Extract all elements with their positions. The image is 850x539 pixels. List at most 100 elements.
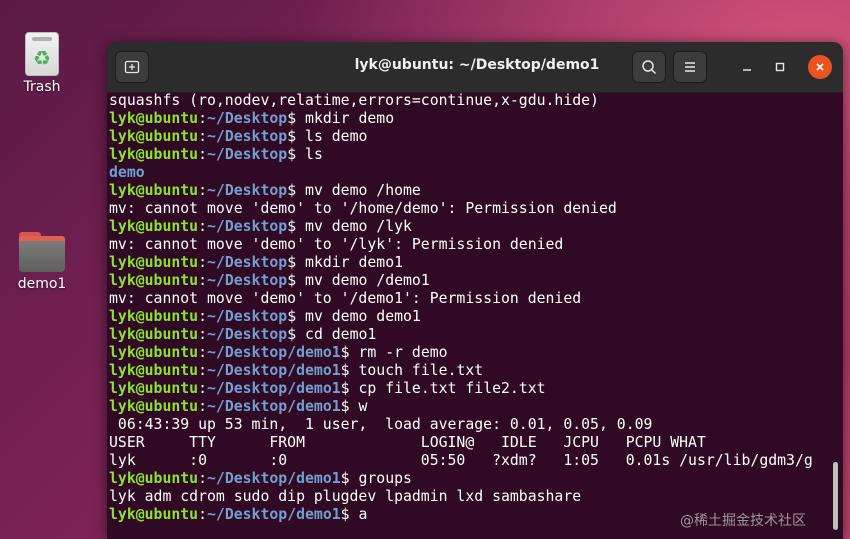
new-tab-icon	[124, 60, 140, 74]
prompt-user: lyk@ubuntu	[109, 344, 199, 361]
terminal-output[interactable]: squashfs (ro,nodev,relatime,errors=conti…	[109, 92, 831, 539]
command-text: mv demo /home	[296, 182, 421, 199]
maximize-button[interactable]	[768, 55, 792, 79]
prompt-line: lyk@ubuntu:~/Desktop/demo1$ touch file.t…	[109, 362, 484, 379]
prompt-line: lyk@ubuntu:~/Desktop$ mv demo /home	[109, 182, 421, 199]
output-line: squashfs (ro,nodev,relatime,errors=conti…	[109, 92, 831, 110]
output-text: mv: cannot move 'demo' to '/lyk': Permis…	[109, 236, 564, 253]
prompt-path: ~/Desktop	[207, 146, 288, 163]
command-text: touch file.txt	[349, 362, 484, 379]
trash-label: Trash	[23, 79, 61, 95]
search-icon	[642, 60, 657, 75]
prompt-user: lyk@ubuntu	[109, 254, 199, 271]
minimize-icon	[743, 69, 751, 71]
command-text: mv demo demo1	[296, 308, 421, 325]
prompt-line: lyk@ubuntu:~/Desktop/demo1$ w	[109, 398, 368, 415]
prompt-path: ~/Desktop/demo1	[207, 344, 341, 361]
prompt-line: lyk@ubuntu:~/Desktop$ mv demo demo1	[109, 308, 421, 325]
terminal-scrollbar[interactable]	[833, 462, 838, 530]
window-title: lyk@ubuntu: ~/Desktop/demo1	[354, 57, 600, 73]
prompt-user: lyk@ubuntu	[109, 470, 199, 487]
close-button[interactable]	[808, 55, 832, 79]
folder-icon	[19, 232, 65, 272]
prompt-path: ~/Desktop	[207, 110, 288, 127]
output-text: 06:43:39 up 53 min, 1 user, load average…	[109, 416, 653, 433]
prompt-user: lyk@ubuntu	[109, 182, 199, 199]
trash-icon: ♻	[25, 32, 59, 76]
command-text: mkdir demo	[296, 110, 395, 127]
output-text: squashfs (ro,nodev,relatime,errors=conti…	[109, 92, 599, 109]
prompt-user: lyk@ubuntu	[109, 308, 199, 325]
prompt-user: lyk@ubuntu	[109, 398, 199, 415]
prompt-path: ~/Desktop/demo1	[207, 380, 341, 397]
desktop-trash[interactable]: ♻ Trash	[7, 32, 77, 95]
prompt-line: lyk@ubuntu:~/Desktop/demo1$ groups	[109, 470, 412, 487]
title-bar[interactable]: lyk@ubuntu: ~/Desktop/demo1	[107, 42, 843, 93]
prompt-path: ~/Desktop	[207, 254, 288, 271]
output-text: mv: cannot move 'demo' to '/home/demo': …	[109, 200, 617, 217]
new-tab-button[interactable]	[115, 51, 149, 83]
prompt-user: lyk@ubuntu	[109, 146, 199, 163]
output-line: mv: cannot move 'demo' to '/lyk': Permis…	[109, 236, 831, 254]
output-line: USER TTY FROM LOGIN@ IDLE JCPU PCPU WHAT	[109, 434, 831, 452]
prompt-path: ~/Desktop/demo1	[207, 362, 341, 379]
prompt-user: lyk@ubuntu	[109, 506, 199, 523]
output-line: demo	[109, 164, 831, 182]
command-text: mv demo /demo1	[296, 272, 430, 289]
maximize-icon	[775, 62, 785, 72]
search-button[interactable]	[632, 51, 666, 83]
prompt-path: ~/Desktop	[207, 272, 288, 289]
output-text: USER TTY FROM LOGIN@ IDLE JCPU PCPU WHAT	[109, 434, 706, 451]
close-icon	[816, 63, 824, 71]
output-text: mv: cannot move 'demo' to '/demo1': Perm…	[109, 290, 582, 307]
prompt-line: lyk@ubuntu:~/Desktop$ mkdir demo1	[109, 254, 404, 271]
prompt-user: lyk@ubuntu	[109, 218, 199, 235]
command-text: cd demo1	[296, 326, 377, 343]
minimize-button[interactable]	[735, 55, 759, 79]
output-line: mv: cannot move 'demo' to '/home/demo': …	[109, 200, 831, 218]
output-line: lyk :0 :0 05:50 ?xdm? 1:05 0.01s /usr/li…	[109, 452, 831, 470]
command-text: groups	[349, 470, 412, 487]
menu-button[interactable]	[673, 51, 707, 83]
command-text: mv demo /lyk	[296, 218, 412, 235]
prompt-user: lyk@ubuntu	[109, 128, 199, 145]
prompt-path: ~/Desktop	[207, 218, 288, 235]
prompt-line: lyk@ubuntu:~/Desktop$ ls demo	[109, 128, 368, 145]
prompt-path: ~/Desktop	[207, 182, 288, 199]
prompt-path: ~/Desktop/demo1	[207, 506, 341, 523]
command-text: w	[349, 398, 368, 415]
directory-name: demo	[109, 164, 145, 181]
prompt-user: lyk@ubuntu	[109, 326, 199, 343]
prompt-line: lyk@ubuntu:~/Desktop/demo1$ cp file.txt …	[109, 380, 546, 397]
output-line: mv: cannot move 'demo' to '/demo1': Perm…	[109, 290, 831, 308]
command-text: cp file.txt file2.txt	[349, 380, 546, 397]
desktop-folder-demo1[interactable]: demo1	[7, 232, 77, 292]
command-text: a	[349, 506, 368, 523]
prompt-line: lyk@ubuntu:~/Desktop$ cd demo1	[109, 326, 377, 343]
output-text: lyk adm cdrom sudo dip plugdev lpadmin l…	[109, 488, 582, 505]
prompt-user: lyk@ubuntu	[109, 110, 199, 127]
command-text: mkdir demo1	[296, 254, 404, 271]
prompt-path: ~/Desktop	[207, 326, 288, 343]
prompt-line: lyk@ubuntu:~/Desktop$ mv demo /demo1	[109, 272, 430, 289]
command-text: rm -r demo	[349, 344, 448, 361]
hamburger-menu-icon	[685, 62, 695, 72]
prompt-path: ~/Desktop/demo1	[207, 470, 341, 487]
terminal-window: lyk@ubuntu: ~/Desktop/demo1 squashfs (ro…	[107, 42, 843, 539]
command-text: ls demo	[296, 128, 368, 145]
prompt-user: lyk@ubuntu	[109, 380, 199, 397]
output-text: lyk :0 :0 05:50 ?xdm? 1:05 0.01s /usr/li…	[109, 452, 813, 469]
prompt-user: lyk@ubuntu	[109, 362, 199, 379]
prompt-line: lyk@ubuntu:~/Desktop$ mkdir demo	[109, 110, 395, 127]
prompt-line: lyk@ubuntu:~/Desktop$ mv demo /lyk	[109, 218, 412, 235]
output-line: lyk adm cdrom sudo dip plugdev lpadmin l…	[109, 488, 831, 506]
prompt-user: lyk@ubuntu	[109, 272, 199, 289]
prompt-line: lyk@ubuntu:~/Desktop/demo1$ rm -r demo	[109, 344, 448, 361]
prompt-path: ~/Desktop	[207, 308, 288, 325]
output-line: 06:43:39 up 53 min, 1 user, load average…	[109, 416, 831, 434]
prompt-path: ~/Desktop	[207, 128, 288, 145]
folder-label: demo1	[17, 276, 67, 292]
watermark: @稀土掘金技术社区	[680, 513, 806, 529]
command-text: ls	[296, 146, 323, 163]
prompt-path: ~/Desktop/demo1	[207, 398, 341, 415]
